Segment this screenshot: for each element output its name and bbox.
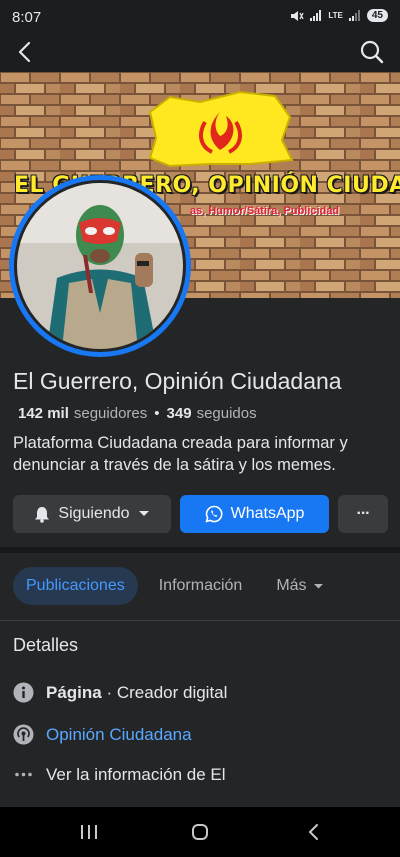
detail-see-more[interactable]: Ver la información de El xyxy=(13,764,226,785)
battery-badge: 45 xyxy=(366,9,388,22)
followers-label[interactable]: seguidores xyxy=(74,405,147,422)
following-count[interactable]: 349 xyxy=(167,405,192,422)
detail-see-more-label: Ver la información de El xyxy=(46,764,226,784)
following-button[interactable]: Siguiendo xyxy=(13,495,171,533)
profile-bio: Plataforma Ciudadana creada para informa… xyxy=(13,434,348,474)
whatsapp-icon xyxy=(205,505,223,523)
tab-label: Publicaciones xyxy=(26,577,125,594)
caret-down-icon xyxy=(313,583,323,588)
mute-icon xyxy=(291,10,304,21)
page-title: El Guerrero, Opinión Ciudadana xyxy=(13,368,342,394)
tab-label: Más xyxy=(276,577,307,594)
detail-link-row[interactable]: Opinión Ciudadana xyxy=(13,724,192,745)
tab-informacion[interactable]: Información xyxy=(146,567,256,605)
following-label[interactable]: seguidos xyxy=(197,405,257,422)
details-heading: Detalles xyxy=(13,635,79,655)
status-time: 8:07 xyxy=(12,9,42,26)
more-options-button[interactable]: ··· xyxy=(338,495,388,533)
podcast-icon xyxy=(13,724,34,745)
info-icon xyxy=(13,682,34,703)
avatar-image xyxy=(17,183,183,349)
stats-separator: • xyxy=(154,405,160,422)
whatsapp-button-label: WhatsApp xyxy=(230,505,305,522)
search-icon xyxy=(360,40,384,64)
back-button[interactable] xyxy=(12,38,40,66)
following-button-label: Siguiendo xyxy=(58,505,130,522)
signal-icon xyxy=(310,10,322,21)
signal-icon-2 xyxy=(348,10,360,21)
detail-page-type-rest: · Creador digital xyxy=(101,682,228,702)
detail-link[interactable]: Opinión Ciudadana xyxy=(46,725,192,745)
profile-tabs: Publicaciones Información Más xyxy=(13,567,337,605)
profile-avatar[interactable] xyxy=(9,175,191,357)
recent-apps-icon[interactable] xyxy=(80,824,98,840)
caret-down-icon xyxy=(138,511,149,516)
cover-subtitle: as, Humor/Sátira, Publicidad xyxy=(190,205,340,217)
back-arrow-icon xyxy=(18,41,31,63)
home-icon[interactable] xyxy=(191,823,209,841)
search-button[interactable] xyxy=(358,38,386,66)
status-icons: LTE 45 xyxy=(290,9,388,22)
detail-page-type: Página · Creador digital xyxy=(13,682,227,703)
network-label: LTE xyxy=(328,11,343,20)
profile-stats: 142 mil seguidores • 349 seguidos xyxy=(18,405,257,422)
dots-icon xyxy=(15,772,32,777)
tab-mas[interactable]: Más xyxy=(263,567,336,605)
status-bar: 8:07 LTE 45 xyxy=(0,0,400,34)
tabs-divider xyxy=(0,620,400,621)
bell-icon xyxy=(35,506,50,523)
section-divider xyxy=(0,547,400,553)
followers-count[interactable]: 142 mil xyxy=(18,405,69,422)
system-navigation-bar xyxy=(0,807,400,857)
tab-label: Información xyxy=(158,577,243,594)
whatsapp-button[interactable]: WhatsApp xyxy=(180,495,329,533)
top-nav-bar xyxy=(0,34,400,72)
tab-publicaciones[interactable]: Publicaciones xyxy=(13,567,138,605)
system-back-icon[interactable] xyxy=(306,823,320,841)
more-horizontal-icon: ··· xyxy=(356,505,371,522)
detail-page-type-bold: Página xyxy=(46,682,102,702)
